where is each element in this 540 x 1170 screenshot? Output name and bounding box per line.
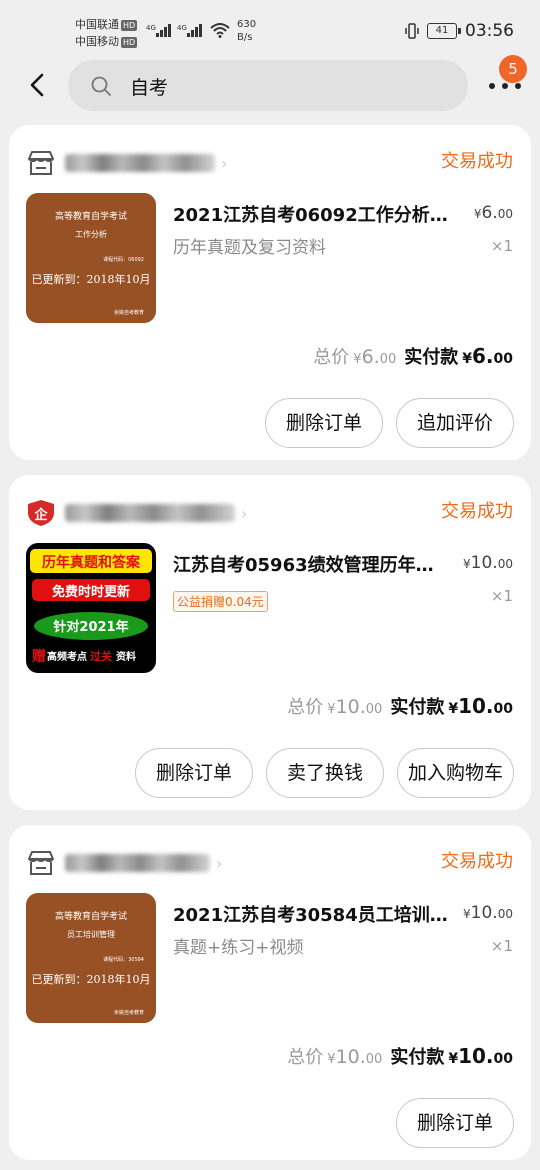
order-status: 交易成功 <box>441 151 513 172</box>
thumb-update: 已更新到：2018年10月 <box>32 972 151 986</box>
search-bar[interactable]: 自考 <box>68 60 468 111</box>
thumb-course: 工作分析 <box>75 229 107 239</box>
thumb-title: 高等教育自学考试 <box>55 210 127 222</box>
shop-name-blurred <box>65 504 235 522</box>
thumb-code: 课程代码：30584 <box>103 956 144 963</box>
product-image[interactable]: 高等教育自学考试 员工培训管理 课程代码：30584 已更新到：2018年10月… <box>26 893 156 1023</box>
unit-price: ¥10.00 <box>463 553 513 573</box>
wifi-icon <box>210 23 230 38</box>
paid-label: 实付款 <box>390 1047 445 1068</box>
thumb-brand: 余姚自考教育 <box>114 309 144 316</box>
shop-icon <box>28 851 54 875</box>
product-image[interactable]: 高等教育自学考试 工作分析 课程代码：06092 已更新到：2018年10月 余… <box>26 193 156 323</box>
unit-price: ¥10.00 <box>463 903 513 923</box>
svg-text:企: 企 <box>33 507 48 523</box>
total-value: ¥10.00 <box>327 696 383 718</box>
paid-value: ¥10.00 <box>448 694 513 718</box>
hd-badge: HD <box>121 20 138 31</box>
order-status: 交易成功 <box>441 851 513 872</box>
paid-label: 实付款 <box>404 347 459 368</box>
signal-4g-icon: 4G <box>177 24 202 37</box>
search-query[interactable]: 自考 <box>130 73 168 100</box>
delete-order-button[interactable]: 删除订单 <box>134 748 253 798</box>
order-status: 交易成功 <box>441 501 513 522</box>
thumb-line-1: 历年真题和答案 <box>42 554 141 571</box>
thumb-line-4d: 资料 <box>116 650 136 663</box>
total-label: 总价 <box>287 1047 324 1068</box>
total-value: ¥10.00 <box>327 1046 383 1068</box>
vibrate-icon <box>405 23 419 39</box>
quantity: ×1 <box>490 587 513 605</box>
battery-icon: 41 <box>427 23 461 39</box>
add-to-cart-button[interactable]: 加入购物车 <box>396 748 514 798</box>
signal-4g-icon: 4G <box>146 24 171 37</box>
product-subtitle: 真题+练习+视频 <box>173 938 304 958</box>
carrier-1: 中国联通 <box>75 18 119 31</box>
chevron-right-icon: › <box>216 853 223 873</box>
product-title[interactable]: 2021江苏自考06092工作分析历年真题及复习资料 <box>173 201 463 227</box>
carrier-2: 中国移动 <box>75 35 119 48</box>
thumb-course: 员工培训管理 <box>67 929 115 939</box>
charity-badge: 公益捐赠0.04元 <box>173 591 268 612</box>
quantity: ×1 <box>490 237 513 255</box>
total-label: 总价 <box>287 697 324 718</box>
notification-badge: 5 <box>499 55 527 83</box>
delete-order-button[interactable]: 删除订单 <box>395 1098 514 1148</box>
shop-row[interactable]: › <box>25 147 227 179</box>
network-speed: 630 B/s <box>237 19 257 43</box>
status-bar: 中国联通 HD 中国移动 HD 4G 4G 630 B/s 41 03:56 <box>0 0 540 56</box>
thumb-line-4b: 高频考点 <box>47 650 87 663</box>
search-icon <box>91 76 111 96</box>
thumb-title: 高等教育自学考试 <box>55 910 127 922</box>
product-title[interactable]: 2021江苏自考30584员工培训管理真题 <box>173 901 448 927</box>
shop-name-blurred <box>65 854 210 872</box>
chevron-right-icon: › <box>241 503 248 523</box>
chevron-right-icon: › <box>221 153 228 173</box>
carrier-info: 中国联通 HD 中国移动 HD <box>75 16 138 50</box>
thumb-line-3: 针对2021年 <box>52 619 128 635</box>
quantity: ×1 <box>490 937 513 955</box>
paid-value: ¥6.00 <box>462 344 513 368</box>
product-subtitle: 历年真题及复习资料 <box>173 238 326 258</box>
order-totals: 总价 ¥10.00 实付款 ¥10.00 <box>287 1043 513 1069</box>
order-card: › 交易成功 高等教育自学考试 员工培训管理 课程代码：30584 已更新到：2… <box>9 825 531 1160</box>
delete-order-button[interactable]: 删除订单 <box>264 398 383 448</box>
shop-row[interactable]: › <box>25 847 222 879</box>
paid-value: ¥10.00 <box>448 1044 513 1068</box>
resell-button[interactable]: 卖了换钱 <box>265 748 384 798</box>
shop-icon <box>28 151 54 175</box>
clock: 03:56 <box>465 21 514 41</box>
thumb-line-2: 免费时时更新 <box>52 584 130 600</box>
order-totals: 总价 ¥6.00 实付款 ¥6.00 <box>313 343 513 369</box>
back-arrow-icon[interactable] <box>26 70 50 100</box>
total-value: ¥6.00 <box>353 346 397 368</box>
shop-row[interactable]: 企 › <box>25 497 247 529</box>
shop-name-blurred <box>65 154 215 172</box>
thumb-brand: 余姚自考教育 <box>114 1009 144 1016</box>
product-image[interactable]: 历年真题和答案 免费时时更新 针对2021年 赠 高频考点 过关 资料 <box>26 543 156 673</box>
svg-text:4G: 4G <box>177 24 187 32</box>
add-review-button[interactable]: 追加评价 <box>395 398 514 448</box>
product-title[interactable]: 江苏自考05963绩效管理历年真题和答案 <box>173 551 441 577</box>
hd-badge: HD <box>121 37 138 48</box>
thumb-line-4a: 赠 <box>32 648 46 665</box>
order-totals: 总价 ¥10.00 实付款 ¥10.00 <box>287 693 513 719</box>
thumb-code: 课程代码：06092 <box>103 256 144 263</box>
unit-price: ¥6.00 <box>473 203 513 223</box>
enterprise-shop-icon: 企 <box>28 500 54 526</box>
order-card: 企 › 交易成功 历年真题和答案 免费时时更新 针对2021年 赠 高频考点 过… <box>9 475 531 810</box>
svg-text:4G: 4G <box>146 24 156 32</box>
thumb-line-4c: 过关 <box>90 649 112 663</box>
total-label: 总价 <box>313 347 350 368</box>
thumb-update: 已更新到：2018年10月 <box>32 272 151 286</box>
order-card: › 交易成功 高等教育自学考试 工作分析 课程代码：06092 已更新到：201… <box>9 125 531 460</box>
paid-label: 实付款 <box>390 697 445 718</box>
